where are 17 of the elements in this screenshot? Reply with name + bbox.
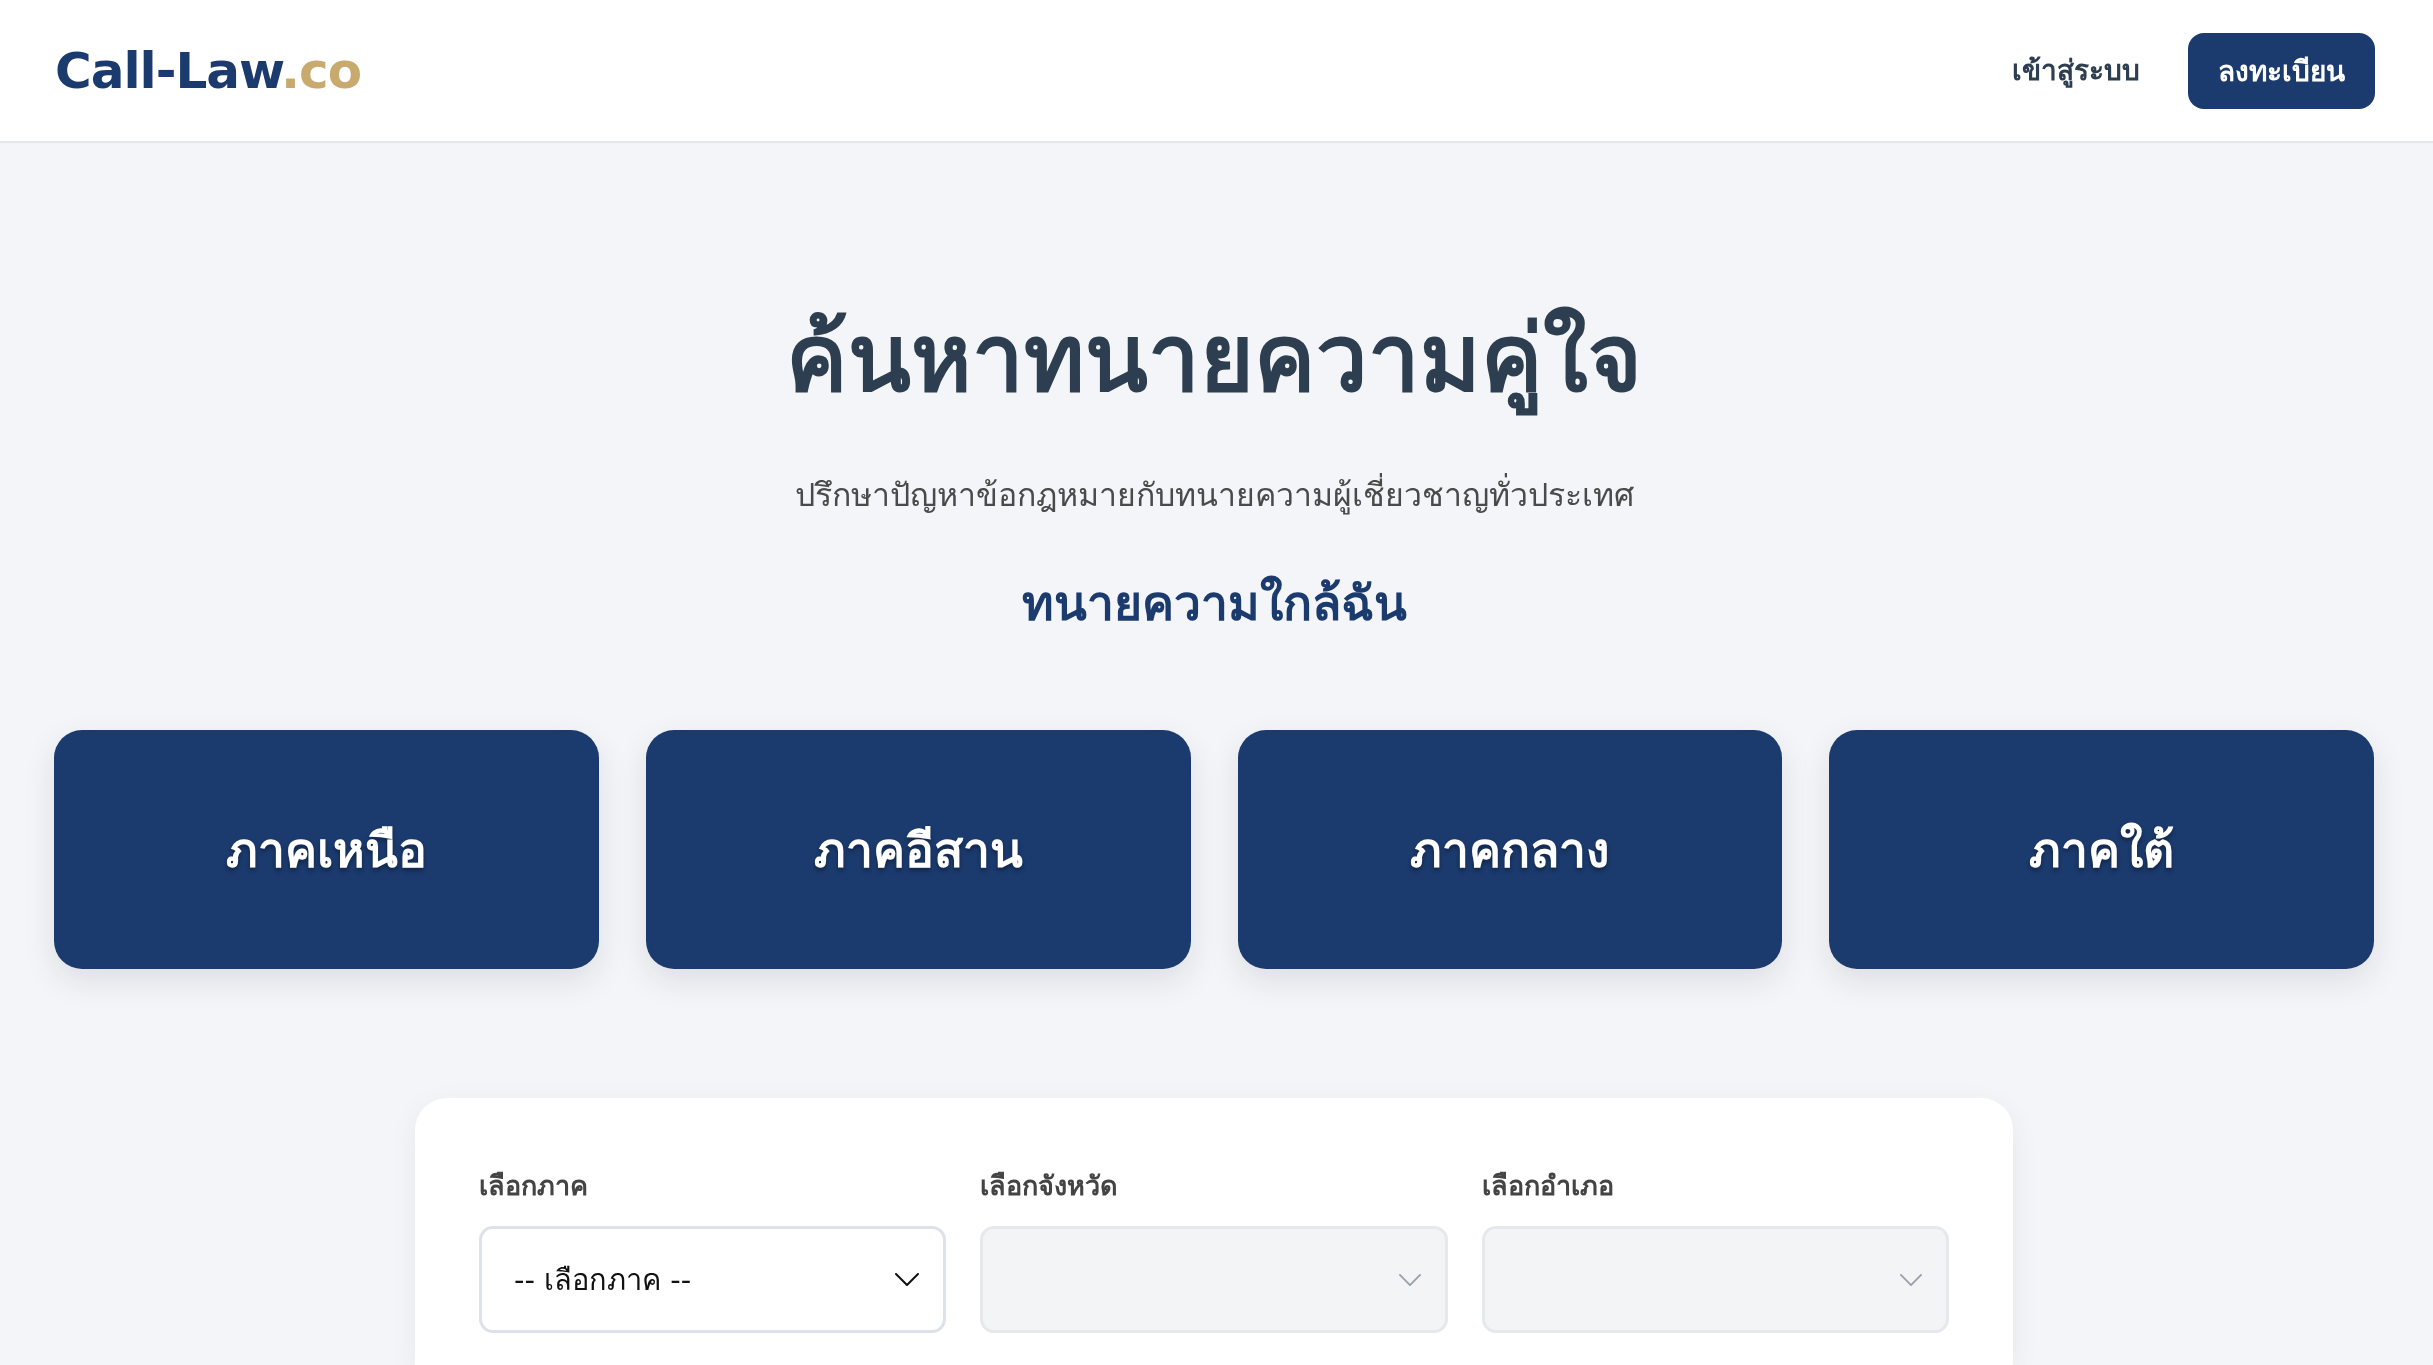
section-title: ทนายความใกล้ฉัน [1021, 574, 1407, 633]
field-label: เลือกภาค [479, 1169, 588, 1203]
region-button[interactable]: ภาคใต้ [1829, 730, 2374, 969]
select-field[interactable]: -- เลือกภาค -- [479, 1226, 947, 1333]
chevron-down-icon [895, 1273, 920, 1286]
nav-link[interactable]: เข้าสู่ระบบ [2012, 53, 2140, 88]
chevron-down-icon [1900, 1273, 1922, 1286]
hero-subtitle: ปรึกษาปัญหาข้อกฎหมายกับทนายความผู้เชี่ยวชาญทั่วประเทศ [794, 473, 1634, 517]
chevron-down-icon [1398, 1273, 1421, 1286]
field-label: เลือกจังหวัด [980, 1169, 1119, 1203]
nav-button[interactable]: ลงทะเบียน [2188, 32, 2375, 109]
region-button[interactable]: ภาคกลาง [1237, 730, 1783, 969]
logo[interactable]: Call-Law.co [55, 45, 362, 96]
field-label: เลือกอำเภอ [1481, 1169, 1614, 1203]
hero-title: ค้นหาทนายความคู่ใจ [786, 301, 1642, 417]
region-button[interactable]: ภาคเหนือ [54, 730, 599, 969]
region-button[interactable]: ภาคอีสาน [645, 730, 1191, 969]
